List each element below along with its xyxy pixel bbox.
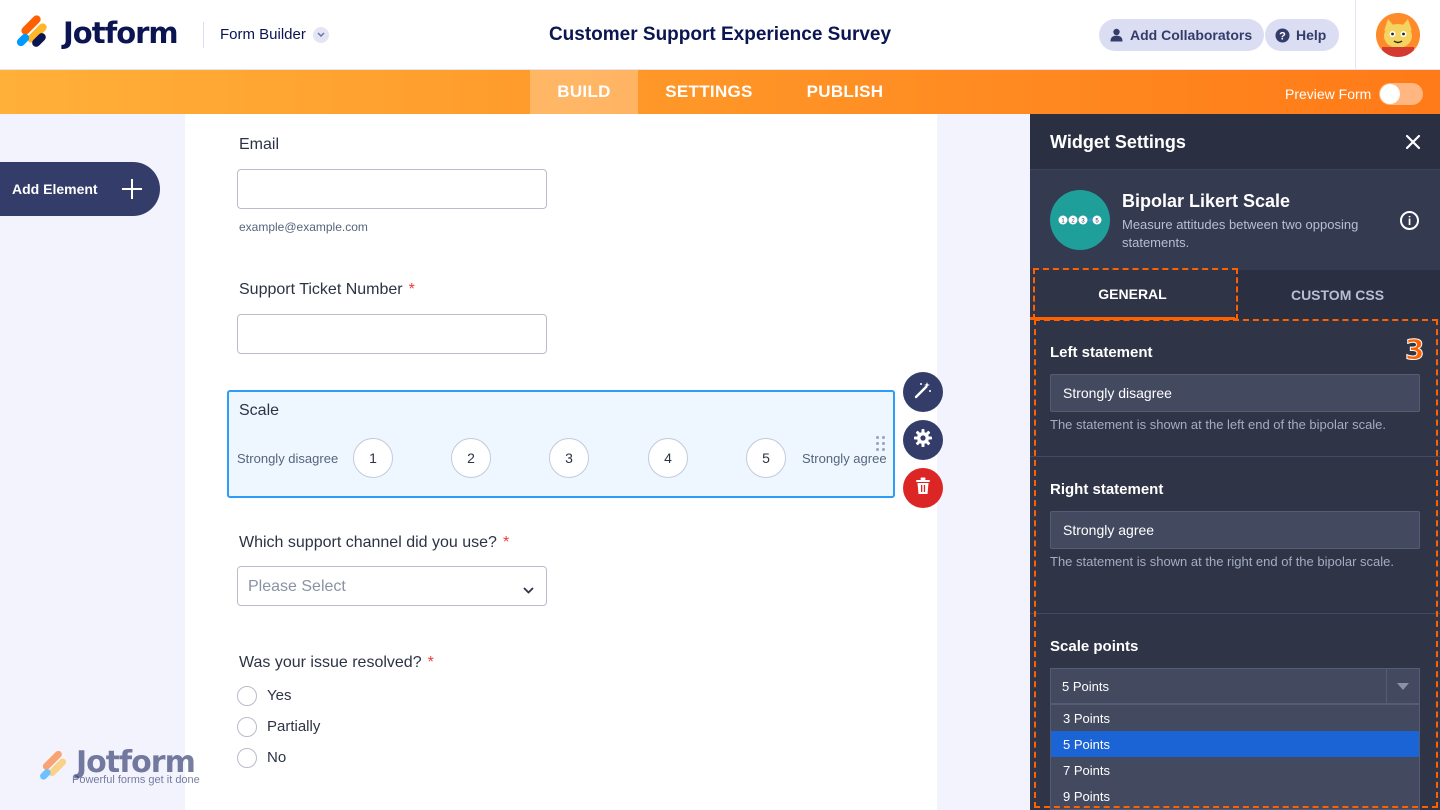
plus-icon — [122, 179, 142, 199]
left-statement-label: Left statement — [1050, 344, 1153, 361]
scale-label: Scale — [239, 402, 280, 419]
builder-nav: BUILD SETTINGS PUBLISH Preview Form — [0, 70, 1440, 114]
add-collaborators-label: Add Collaborators — [1130, 27, 1253, 43]
help-icon: ? — [1275, 28, 1290, 43]
preview-form-toggle[interactable]: Preview Form — [1285, 83, 1424, 105]
left-statement-help: The statement is shown at the left end o… — [1050, 417, 1387, 432]
radio-yes[interactable] — [237, 686, 257, 706]
add-element-button[interactable]: Add Element — [0, 162, 160, 216]
required-marker: * — [502, 534, 510, 551]
tab-settings[interactable]: SETTINGS — [638, 70, 780, 114]
jotform-logo[interactable]: Jotform — [15, 13, 179, 50]
logo-icon — [15, 13, 50, 49]
widget-info: 1 2 3 5 Bipolar Likert Scale Measure att… — [1030, 170, 1440, 270]
gear-icon — [913, 428, 933, 453]
step-badge: 3 — [1404, 333, 1425, 367]
tab-build[interactable]: BUILD — [530, 70, 638, 114]
scale-point-1[interactable]: 1 — [353, 438, 393, 478]
chevron-down-icon — [312, 26, 329, 43]
scale-left-statement: Strongly disagree — [237, 451, 339, 466]
radio-no-label[interactable]: No — [267, 749, 286, 766]
avatar[interactable] — [1376, 13, 1420, 57]
trash-icon — [915, 477, 931, 500]
delete-button[interactable] — [903, 468, 943, 508]
option-9-points[interactable]: 9 Points — [1051, 783, 1419, 809]
chevron-down-icon — [1386, 669, 1419, 703]
drag-handle-icon[interactable] — [876, 436, 886, 452]
add-collaborators-button[interactable]: Add Collaborators — [1099, 19, 1265, 51]
scale-points-select[interactable]: 5 Points — [1050, 668, 1420, 704]
magic-wand-icon — [913, 380, 933, 405]
scale-point-4[interactable]: 4 — [648, 438, 688, 478]
preview-form-label: Preview Form — [1285, 86, 1372, 102]
right-statement-input[interactable]: Strongly agree — [1050, 511, 1420, 549]
radio-yes-label[interactable]: Yes — [267, 687, 291, 704]
tab-custom-css[interactable]: CUSTOM CSS — [1235, 270, 1440, 320]
watermark-tagline: Powerful forms get it done — [72, 774, 200, 786]
left-statement-input[interactable]: Strongly disagree — [1050, 374, 1420, 412]
widget-description: Measure attitudes between two opposing s… — [1122, 217, 1359, 250]
user-icon — [1109, 28, 1124, 43]
panel-tabs: GENERAL CUSTOM CSS — [1030, 270, 1440, 320]
scale-right-statement: Strongly agree — [802, 451, 887, 466]
svg-text:?: ? — [1279, 30, 1286, 42]
support-channel-placeholder: Please Select — [248, 578, 346, 595]
ticket-number-field[interactable] — [237, 314, 547, 354]
ticket-label-text: Support Ticket Number — [239, 281, 403, 298]
help-button[interactable]: ? Help — [1265, 19, 1340, 51]
form-title[interactable]: Customer Support Experience Survey — [440, 24, 1000, 46]
top-header: Jotform Form Builder Customer Support Ex… — [0, 0, 1440, 70]
scale-point-3[interactable]: 3 — [549, 438, 589, 478]
preview-toggle-switch[interactable] — [1379, 83, 1424, 105]
email-label: Email — [239, 136, 280, 153]
option-5-points[interactable]: 5 Points — [1051, 731, 1419, 757]
resolved-label: Was your issue resolved? * — [239, 654, 434, 672]
section-divider — [1030, 613, 1440, 614]
required-marker: * — [427, 654, 434, 671]
option-7-points[interactable]: 7 Points — [1051, 757, 1419, 783]
form-builder-label: Form Builder — [220, 26, 306, 43]
ticket-label: Support Ticket Number * — [239, 281, 415, 299]
resolved-label-text: Was your issue resolved? — [239, 654, 422, 671]
likert-scale-icon: 1 2 3 5 — [1050, 190, 1110, 250]
channel-label: Which support channel did you use? * — [239, 534, 509, 552]
radio-no[interactable] — [237, 748, 257, 768]
panel-header: Widget Settings — [1030, 114, 1440, 170]
scale-points-dropdown: 3 Points 5 Points 7 Points 9 Points — [1050, 704, 1420, 810]
widget-settings-panel: Widget Settings 1 2 3 5 Bipolar Likert S… — [1030, 114, 1440, 810]
scale-point-2[interactable]: 2 — [451, 438, 491, 478]
support-channel-select[interactable]: Please Select — [237, 566, 547, 606]
tab-general[interactable]: GENERAL — [1030, 270, 1235, 320]
header-divider — [203, 22, 204, 48]
logo-icon — [40, 750, 67, 780]
scale-points-value: 5 Points — [1062, 679, 1109, 694]
right-statement-label: Right statement — [1050, 481, 1164, 498]
panel-title: Widget Settings — [1050, 132, 1186, 152]
add-element-label: Add Element — [12, 181, 98, 197]
info-icon[interactable]: i — [1400, 211, 1419, 230]
channel-label-text: Which support channel did you use? — [239, 534, 497, 551]
logo-text: Jotform — [63, 16, 179, 50]
header-divider-right — [1355, 0, 1356, 70]
option-3-points[interactable]: 3 Points — [1051, 705, 1419, 731]
radio-partially-label[interactable]: Partially — [267, 718, 320, 735]
scale-points-label: Scale points — [1050, 638, 1139, 655]
widget-name: Bipolar Likert Scale — [1122, 191, 1291, 211]
right-statement-help: The statement is shown at the right end … — [1050, 554, 1394, 569]
form-builder-menu[interactable]: Form Builder — [220, 26, 329, 43]
radio-partially[interactable] — [237, 717, 257, 737]
required-marker: * — [408, 281, 415, 298]
section-divider — [1030, 456, 1440, 457]
settings-button[interactable] — [903, 420, 943, 460]
tab-publish[interactable]: PUBLISH — [780, 70, 910, 114]
email-field[interactable] — [237, 169, 547, 209]
scale-point-5[interactable]: 5 — [746, 438, 786, 478]
chevron-down-icon — [523, 581, 534, 599]
email-sublabel: example@example.com — [239, 220, 368, 234]
help-label: Help — [1296, 27, 1327, 43]
close-icon[interactable] — [1404, 133, 1422, 151]
wand-button[interactable] — [903, 372, 943, 412]
